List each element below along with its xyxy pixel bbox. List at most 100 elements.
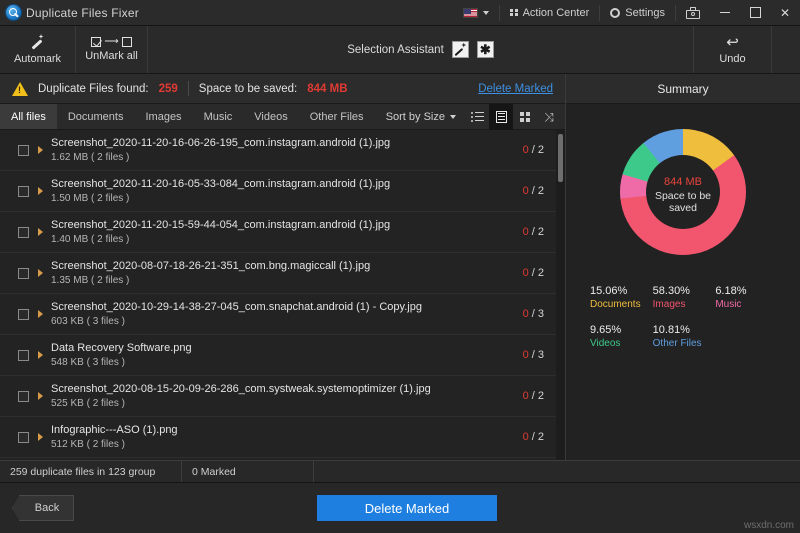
file-list-scrollbar[interactable] — [556, 130, 565, 460]
selection-assistant-wand-button[interactable] — [451, 41, 469, 58]
row-checkbox[interactable] — [18, 185, 29, 197]
tab-bar-tools: Sort by Size ⤨ — [377, 103, 565, 130]
unmark-all-label: UnMark all — [85, 50, 138, 62]
screenshot-button[interactable] — [676, 0, 710, 25]
view-mode-detail-button[interactable] — [489, 103, 513, 130]
sort-by-dropdown[interactable]: Sort by Size — [377, 111, 465, 123]
expand-triangle-icon[interactable] — [38, 392, 43, 400]
tab-videos[interactable]: Videos — [243, 104, 298, 129]
expand-triangle-icon[interactable] — [38, 310, 43, 318]
action-center-button[interactable]: Action Center — [500, 0, 599, 25]
row-marked-count: 0 / 2 — [522, 431, 544, 443]
chevron-down-icon — [483, 10, 490, 15]
back-button[interactable]: Back — [12, 495, 74, 521]
scrollbar-thumb[interactable] — [558, 134, 563, 182]
legend-percent: 15.06% — [590, 285, 628, 297]
table-row[interactable]: Screenshot_2020-11-20-16-06-26-195_com.i… — [0, 130, 556, 171]
undo-arrow-icon: ↩ — [726, 33, 739, 51]
sort-by-label: Sort by Size — [385, 110, 445, 123]
table-row[interactable]: Screenshot_2020-08-15-20-09-26-286_com.s… — [0, 376, 556, 417]
row-file-name: Data Recovery Software.png — [51, 342, 192, 354]
delete-marked-link[interactable]: Delete Marked — [478, 83, 553, 95]
delete-marked-button[interactable]: Delete Marked — [317, 495, 497, 521]
table-row[interactable]: Data Recovery Software.png 548 KB ( 3 fil… — [0, 335, 556, 376]
expand-triangle-icon[interactable] — [38, 187, 43, 195]
tab-all-files[interactable]: All files — [0, 104, 57, 129]
row-file-size: 525 KB ( 2 files ) — [51, 398, 125, 409]
row-checkbox[interactable] — [18, 308, 29, 320]
undo-button[interactable]: ↩ Undo — [694, 26, 772, 73]
space-saved-label: Space to be saved: — [198, 82, 298, 95]
detail-view-icon — [495, 110, 507, 123]
grid-view-icon — [520, 111, 530, 122]
row-file-size: 548 KB ( 3 files ) — [51, 357, 125, 368]
tab-other-files[interactable]: Other Files — [299, 104, 375, 129]
view-mode-expand-button[interactable]: ⤨ — [537, 104, 561, 130]
footer-bar: Back Delete Marked wsxdn.com — [0, 483, 800, 533]
row-file-name: Screenshot_2020-10-29-14-38-27-045_com.s… — [51, 301, 422, 313]
expand-triangle-icon[interactable] — [38, 146, 43, 154]
row-checkbox[interactable] — [18, 390, 29, 402]
row-details: Screenshot_2020-11-20-15-59-44-054_com.i… — [51, 219, 504, 245]
selection-assistant-group: Selection Assistant ✱ — [148, 26, 694, 73]
view-mode-grid-button[interactable] — [513, 104, 537, 130]
tab-music[interactable]: Music — [193, 104, 244, 129]
expand-triangle-icon[interactable] — [38, 269, 43, 277]
magic-wand-icon — [30, 34, 46, 50]
row-checkbox[interactable] — [18, 431, 29, 443]
unmark-all-button[interactable]: ⟶ UnMark all — [76, 26, 148, 73]
summary-chart: 844 MB Space to be saved — [566, 104, 800, 279]
row-checkbox[interactable] — [18, 226, 29, 238]
expand-triangle-icon[interactable] — [38, 433, 43, 441]
row-file-name: Infographic---ASO (1).png — [51, 424, 178, 436]
legend-item: 9.65% Videos — [590, 324, 653, 349]
main-toolbar: Automark ⟶ UnMark all Selection Assistan… — [0, 26, 800, 74]
table-row[interactable]: Infographic---ASO (1).png 512 KB ( 2 file… — [0, 417, 556, 458]
status-bar: 259 duplicate files in 123 group 0 Marke… — [0, 460, 800, 483]
legend-item: 58.30% Images — [653, 285, 716, 310]
expand-triangle-icon[interactable] — [38, 228, 43, 236]
maximize-button[interactable] — [740, 0, 770, 26]
automark-button[interactable]: Automark — [0, 26, 76, 73]
table-row[interactable]: Screenshot_2020-10-29-14-38-27-045_com.s… — [0, 294, 556, 335]
status-spacer — [314, 461, 800, 482]
row-checkbox[interactable] — [18, 144, 29, 156]
expand-triangle-icon[interactable] — [38, 351, 43, 359]
row-marked-count: 0 / 2 — [522, 267, 544, 279]
legend-label: Other Files — [652, 338, 702, 349]
file-pane: Duplicate Files found: 259 Space to be s… — [0, 74, 565, 460]
view-mode-list-button[interactable] — [465, 104, 489, 130]
close-button[interactable]: ✕ — [770, 0, 800, 26]
camera-icon — [686, 6, 700, 19]
file-list: Screenshot_2020-11-20-16-06-26-195_com.i… — [0, 130, 565, 460]
tab-images[interactable]: Images — [134, 104, 192, 129]
undo-label: Undo — [719, 52, 746, 65]
row-file-size: 603 KB ( 3 files ) — [51, 316, 125, 327]
row-file-size: 1.35 MB ( 2 files ) — [51, 275, 130, 286]
minimize-button[interactable] — [710, 0, 740, 26]
row-checkbox[interactable] — [18, 267, 29, 279]
row-details: Screenshot_2020-10-29-14-38-27-045_com.s… — [51, 301, 504, 327]
row-file-size: 512 KB ( 2 files ) — [51, 439, 125, 450]
language-selector[interactable] — [453, 0, 499, 25]
legend-percent: 6.18% — [715, 285, 747, 297]
settings-button[interactable]: Settings — [600, 0, 675, 25]
content-area: Duplicate Files found: 259 Space to be s… — [0, 74, 800, 460]
row-checkbox[interactable] — [18, 349, 29, 361]
table-row[interactable]: Screenshot_2020-08-07-18-26-21-351_com.b… — [0, 253, 556, 294]
table-row[interactable]: Screenshot_2020-11-20-16-05-33-084_com.i… — [0, 171, 556, 212]
tab-documents[interactable]: Documents — [57, 104, 135, 129]
row-file-name: Screenshot_2020-11-20-15-59-44-054_com.i… — [51, 219, 391, 231]
row-marked-count: 0 / 2 — [522, 144, 544, 156]
row-details: Screenshot_2020-08-15-20-09-26-286_com.s… — [51, 383, 504, 409]
legend-percent: 58.30% — [652, 285, 690, 297]
status-marked-count: 0 Marked — [182, 461, 314, 482]
us-flag-icon — [463, 7, 479, 18]
table-row[interactable]: Screenshot_2020-11-20-15-59-44-054_com.i… — [0, 212, 556, 253]
legend-label: Images — [652, 299, 686, 310]
row-marked-count: 0 / 3 — [522, 308, 544, 320]
row-details: Screenshot_2020-08-07-18-26-21-351_com.b… — [51, 260, 504, 286]
selection-assistant-star-button[interactable]: ✱ — [476, 41, 494, 58]
magic-wand-icon — [454, 44, 466, 56]
